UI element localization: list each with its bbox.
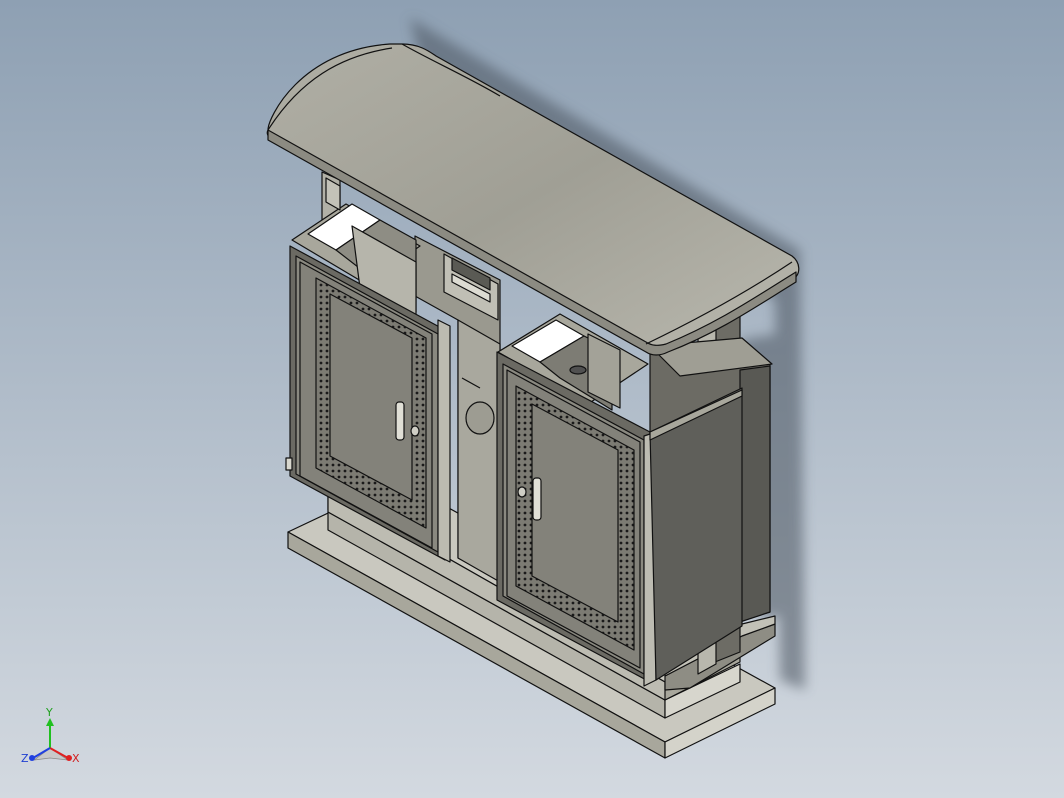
z-axis-label: Z [21, 752, 29, 765]
y-axis-label: Y [45, 706, 53, 719]
3d-viewport[interactable]: Y X Z [0, 0, 1064, 798]
center-column-hole [465, 401, 495, 435]
x-axis-label: X [72, 752, 80, 765]
model-canvas[interactable]: Y X Z [0, 0, 1064, 798]
right-door-handle[interactable] [532, 477, 542, 521]
right-door-lock[interactable] [517, 486, 527, 498]
left-door-handle[interactable] [395, 401, 405, 441]
left-door-lock[interactable] [410, 425, 420, 437]
z-axis-cap [29, 755, 35, 761]
